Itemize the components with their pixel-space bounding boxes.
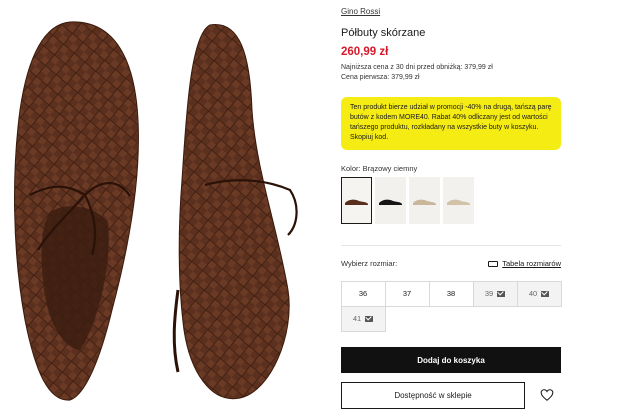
divider — [341, 245, 561, 246]
first-price-note: Cena pierwsza: 379,99 zł — [341, 74, 420, 81]
product-title: Półbuty skórzane — [341, 27, 426, 39]
size-label: Wybierz rozmiar: — [341, 259, 398, 268]
size-chart-label: Tabela rozmiarów — [502, 259, 561, 268]
size-value: 38 — [446, 289, 456, 298]
shoe-thumbnail-icon — [379, 199, 402, 205]
shoe-thumbnail-icon — [345, 199, 368, 205]
lowest-price-note: Najniższa cena z 30 dni przed obniżką: 3… — [341, 64, 493, 71]
size-chart-link[interactable]: Tabela rozmiarów — [488, 259, 561, 268]
color-swatch-black[interactable] — [375, 177, 406, 224]
mail-icon — [365, 315, 374, 322]
brand-link[interactable]: Gino Rossi — [341, 7, 380, 16]
color-swatches — [341, 177, 474, 224]
size-option-40[interactable]: 40 — [516, 280, 562, 307]
mail-icon — [497, 290, 506, 297]
size-value: 36 — [358, 289, 368, 298]
heart-icon[interactable] — [540, 388, 554, 402]
size-option-39[interactable]: 39 — [472, 280, 518, 307]
size-value: 41 — [352, 314, 362, 323]
size-value: 37 — [402, 289, 412, 298]
size-option-37[interactable]: 37 — [384, 280, 430, 307]
product-info-panel: Gino Rossi Półbuty skórzane 260,99 zł Na… — [340, 0, 562, 413]
color-swatch-brown[interactable] — [341, 177, 372, 224]
mail-icon — [541, 290, 550, 297]
color-label: Kolor: Brązowy ciemny — [341, 164, 418, 173]
size-option-41[interactable]: 41 — [340, 305, 386, 332]
add-to-cart-button[interactable]: Dodaj do koszyka — [341, 347, 561, 373]
size-option-36[interactable]: 36 — [340, 280, 386, 307]
size-options: 36 37 38 39 40 41 — [340, 280, 562, 332]
product-gallery — [0, 0, 315, 413]
shoe-thumbnail-icon — [447, 199, 470, 205]
product-image — [14, 21, 298, 401]
promo-banner[interactable]: Ten produkt bierze udział w promocji -40… — [341, 97, 561, 150]
ruler-icon — [488, 260, 499, 267]
store-availability-button[interactable]: Dostępność w sklepie — [341, 382, 525, 409]
shoe-thumbnail-icon — [413, 199, 436, 205]
size-value: 39 — [484, 289, 494, 298]
color-swatch-beige[interactable] — [409, 177, 440, 224]
size-option-38[interactable]: 38 — [428, 280, 474, 307]
size-value: 40 — [528, 289, 538, 298]
color-swatch-sand[interactable] — [443, 177, 474, 224]
product-price: 260,99 zł — [341, 46, 389, 58]
